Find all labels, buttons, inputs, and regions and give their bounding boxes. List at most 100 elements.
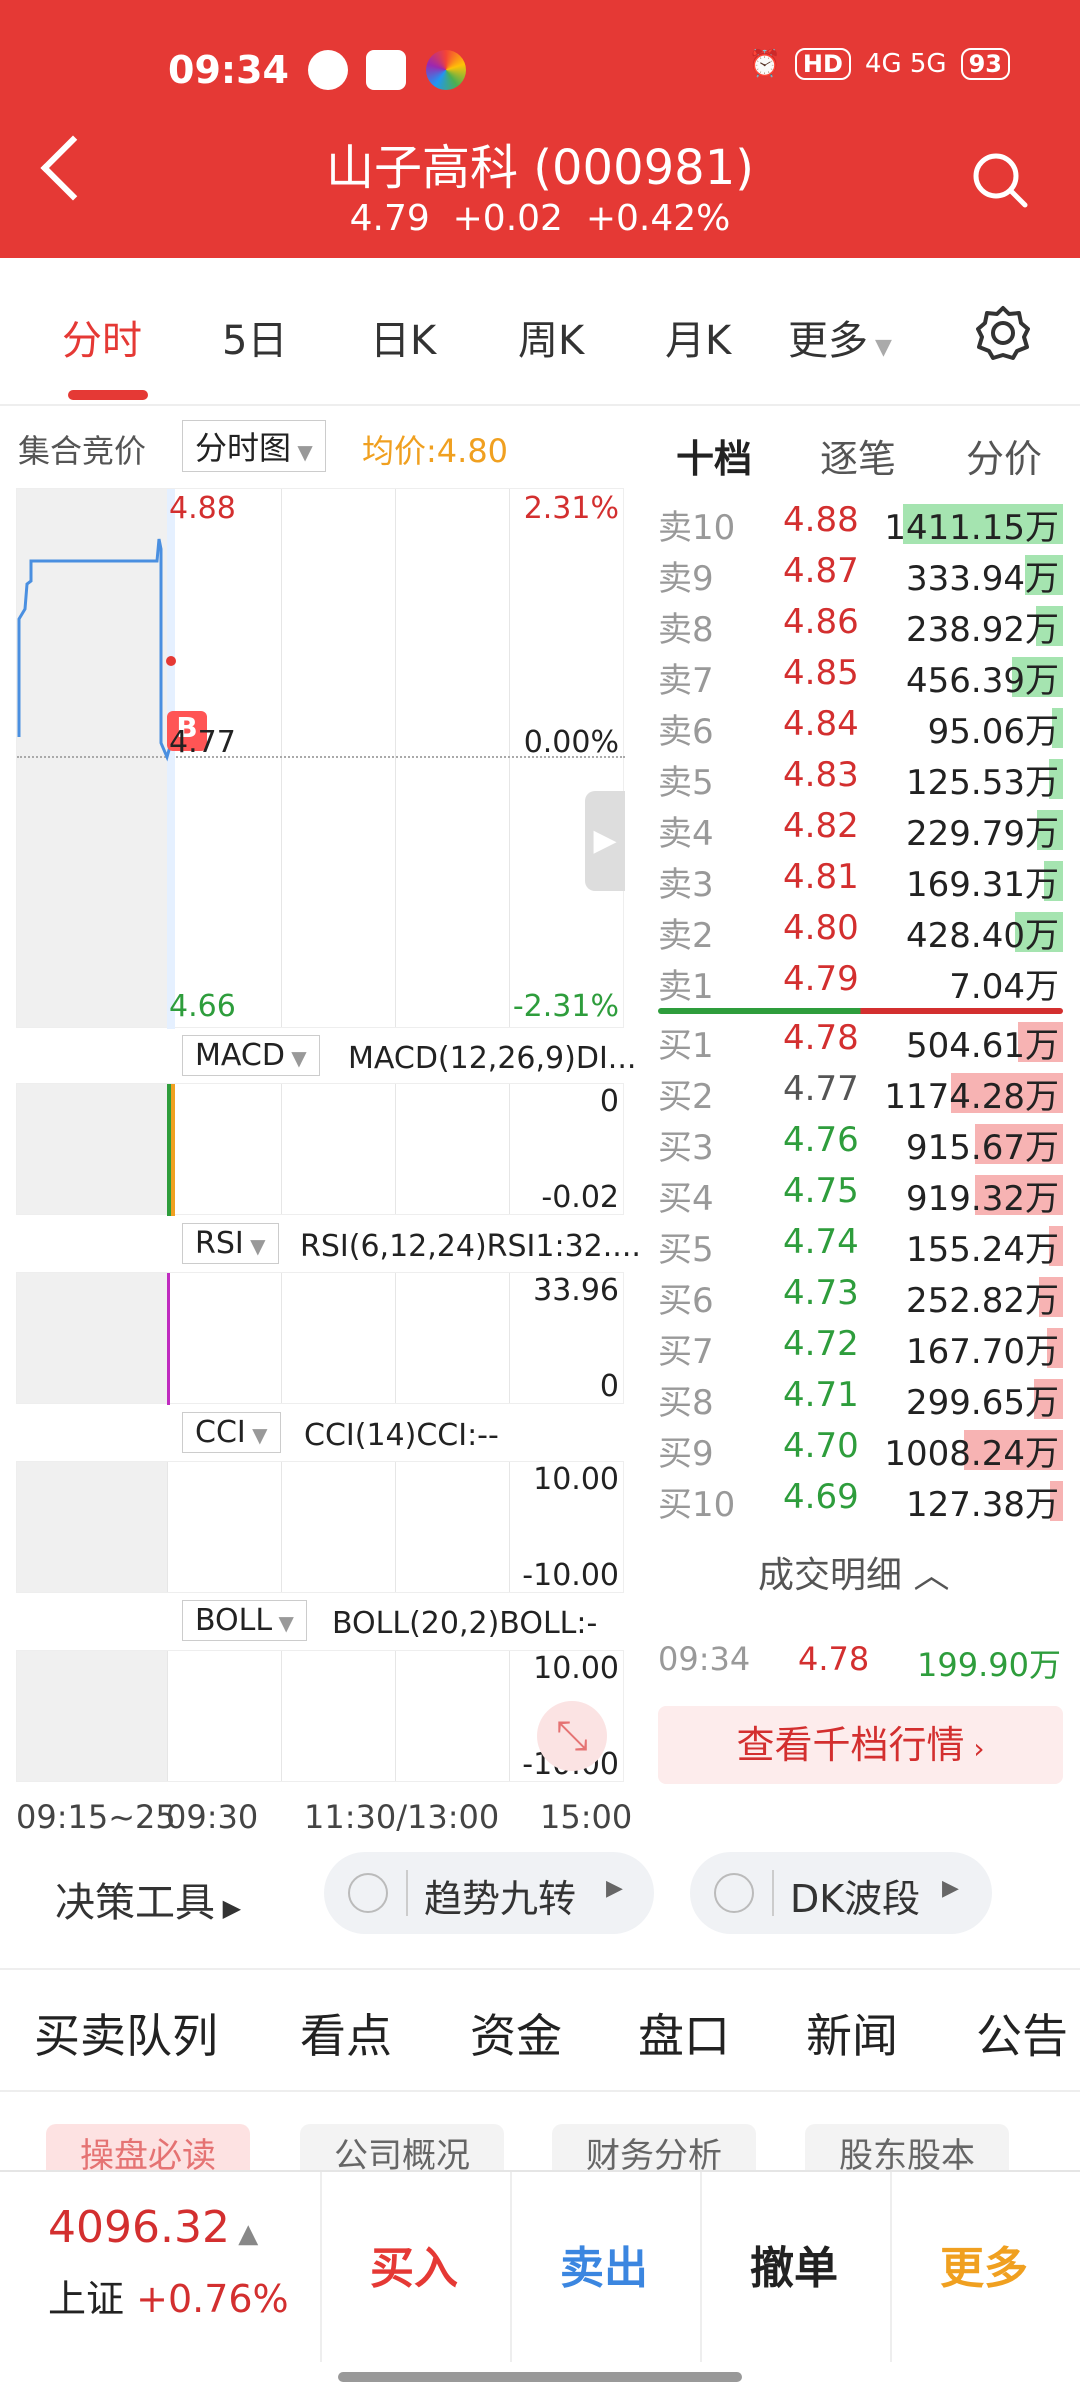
tab-news[interactable]: 新闻 — [806, 2000, 898, 2066]
level-price: 4.71 — [783, 1375, 859, 1415]
level-label: 卖8 — [658, 610, 714, 650]
separator — [320, 2172, 322, 2362]
level-volume: 456.39万 — [906, 661, 1059, 701]
bid-row[interactable]: 买5 4.74 155.24万 — [658, 1222, 1063, 1272]
tab-handicap[interactable]: 盘口 — [638, 2000, 730, 2066]
decision-tools-button[interactable]: 决策工具 ▶ — [55, 1870, 241, 1928]
bid-row[interactable]: 买7 4.72 167.70万 — [658, 1324, 1063, 1374]
tab-more[interactable]: 更多 ▼ — [788, 308, 892, 366]
cci-select[interactable]: CCI ▼ — [182, 1412, 281, 1453]
index-value[interactable]: 4096.32 ▲ — [48, 2202, 258, 2253]
bid-row[interactable]: 买8 4.71 299.65万 — [658, 1375, 1063, 1425]
level-volume: 1411.15万 — [884, 508, 1059, 548]
tab-daily-k[interactable]: 日K — [370, 308, 436, 366]
grid-line — [395, 1273, 396, 1403]
cci-chart[interactable]: 10.00 -10.00 — [16, 1461, 624, 1593]
tab-monthly-k[interactable]: 月K — [665, 308, 731, 366]
grid-line — [395, 1651, 396, 1781]
grid-line — [281, 489, 282, 1027]
fullscreen-icon[interactable]: ⤡ — [537, 1701, 607, 1771]
sell-button[interactable]: 卖出 — [560, 2232, 648, 2296]
tab-highlights[interactable]: 看点 — [300, 2000, 392, 2066]
level-label: 买2 — [658, 1077, 714, 1117]
tab-ten-level[interactable]: 十档 — [676, 428, 752, 483]
bid-row[interactable]: 买6 4.73 252.82万 — [658, 1273, 1063, 1323]
price-chart[interactable]: B 4.88 2.31% 4.77 0.00% 4.66 -2.31% ▶ — [16, 488, 625, 1029]
rsi-select-value: RSI — [195, 1226, 244, 1261]
play-arrow-icon: ▶ — [606, 1876, 623, 1901]
ask-row[interactable]: 卖7 4.85 456.39万 — [658, 653, 1063, 703]
home-indicator — [338, 2372, 742, 2382]
bid-row[interactable]: 买1 4.78 504.61万 — [658, 1018, 1063, 1068]
dk-band-toggle[interactable]: DK波段 ▶ — [690, 1852, 992, 1934]
status-icons: ⏰ HD 4G 5G 93 — [749, 48, 1010, 80]
gear-icon[interactable] — [975, 305, 1031, 361]
level-volume: 919.32万 — [906, 1179, 1059, 1219]
depth-quote-button[interactable]: 查看千档行情 › — [658, 1706, 1063, 1784]
trade-detail-toggle[interactable]: 成交明细 ︿ — [758, 1546, 949, 1598]
ask-row[interactable]: 卖9 4.87 333.94万 — [658, 551, 1063, 601]
grid-line — [509, 1273, 510, 1403]
macd-bars — [167, 1084, 175, 1216]
expand-orderbook-handle[interactable]: ▶ — [585, 791, 625, 891]
hd-icon: HD — [794, 48, 851, 80]
chart-header: 集合竞价 分时图 ▼ 均价:4.80 — [0, 420, 640, 472]
search-icon[interactable] — [970, 150, 1030, 210]
level-volume: 169.31万 — [906, 865, 1059, 905]
grid-line — [281, 1462, 282, 1592]
cci-formula: CCI(14)CCI:-- — [304, 1418, 499, 1453]
index-change-pct: +0.76% — [136, 2277, 289, 2321]
level-label: 买6 — [658, 1281, 714, 1321]
level-volume: 504.61万 — [906, 1026, 1059, 1066]
boll-select[interactable]: BOLL ▼ — [182, 1600, 307, 1641]
macd-header: MACD ▼ MACD(12,26,9)DI... — [16, 1035, 636, 1085]
bid-row[interactable]: 买3 4.76 915.67万 — [658, 1120, 1063, 1170]
trend9-label: 趋势九转 — [424, 1877, 577, 1921]
bid-row[interactable]: 买9 4.70 1008.24万 — [658, 1426, 1063, 1476]
tab-intraday[interactable]: 分时 — [62, 308, 142, 366]
bid-row[interactable]: 买10 4.69 127.38万 — [658, 1477, 1063, 1527]
cancel-order-button[interactable]: 撤单 — [750, 2232, 838, 2296]
level-label: 卖9 — [658, 559, 714, 599]
buy-button[interactable]: 买入 — [370, 2232, 458, 2296]
level-volume: 299.65万 — [906, 1383, 1059, 1423]
boll-chart[interactable]: 10.00 -10.00 ⤡ — [16, 1650, 624, 1782]
macd-chart[interactable]: 0 -0.02 — [16, 1083, 624, 1216]
grid-line — [395, 1084, 396, 1214]
chevron-down-icon: ▼ — [868, 335, 892, 360]
tab-capital[interactable]: 资金 — [470, 2000, 562, 2066]
grid-line — [395, 489, 396, 1027]
tab-announcements[interactable]: 公告 — [976, 2000, 1068, 2066]
ask-row[interactable]: 卖4 4.82 229.79万 — [658, 806, 1063, 856]
rsi-chart[interactable]: 33.96 0 — [16, 1272, 624, 1405]
ask-row[interactable]: 卖2 4.80 428.40万 — [658, 908, 1063, 958]
trend9-toggle[interactable]: 趋势九转 ▶ — [324, 1852, 654, 1934]
bid-row[interactable]: 买2 4.77 1174.28万 — [658, 1069, 1063, 1119]
grid-line — [167, 1462, 168, 1592]
level-price: 4.76 — [783, 1120, 859, 1160]
level-price: 4.80 — [783, 908, 859, 948]
rsi-bottom-label: 0 — [599, 1369, 619, 1404]
chevron-down-icon: ▼ — [243, 1234, 266, 1258]
tab-weekly-k[interactable]: 周K — [518, 308, 584, 366]
tab-tick-by-tick[interactable]: 逐笔 — [820, 428, 896, 483]
tab-5day[interactable]: 5日 — [222, 308, 287, 366]
ask-row[interactable]: 卖6 4.84 95.06万 — [658, 704, 1063, 754]
ask-row[interactable]: 卖1 4.79 7.04万 — [658, 959, 1063, 1009]
level-price: 4.83 — [783, 755, 859, 795]
rsi-select[interactable]: RSI ▼ — [182, 1223, 279, 1264]
ask-row[interactable]: 卖5 4.83 125.53万 — [658, 755, 1063, 805]
macd-select[interactable]: MACD ▼ — [182, 1035, 320, 1076]
ask-row[interactable]: 卖10 4.88 1411.15万 — [658, 500, 1063, 550]
tab-price-breakdown[interactable]: 分价 — [966, 428, 1042, 483]
level-label: 卖1 — [658, 967, 714, 1007]
more-button[interactable]: 更多 — [940, 2232, 1028, 2296]
tab-order-queue[interactable]: 买卖队列 — [34, 2000, 218, 2066]
chart-type-select[interactable]: 分时图 ▼ — [182, 420, 326, 472]
cci-header: CCI ▼ CCI(14)CCI:-- — [16, 1412, 624, 1462]
ask-row[interactable]: 卖3 4.81 169.31万 — [658, 857, 1063, 907]
ask-row[interactable]: 卖8 4.86 238.92万 — [658, 602, 1063, 652]
bid-row[interactable]: 买4 4.75 919.32万 — [658, 1171, 1063, 1221]
stock-change: +0.02 — [452, 198, 563, 239]
boll-header: BOLL ▼ BOLL(20,2)BOLL:--... — [16, 1600, 624, 1676]
